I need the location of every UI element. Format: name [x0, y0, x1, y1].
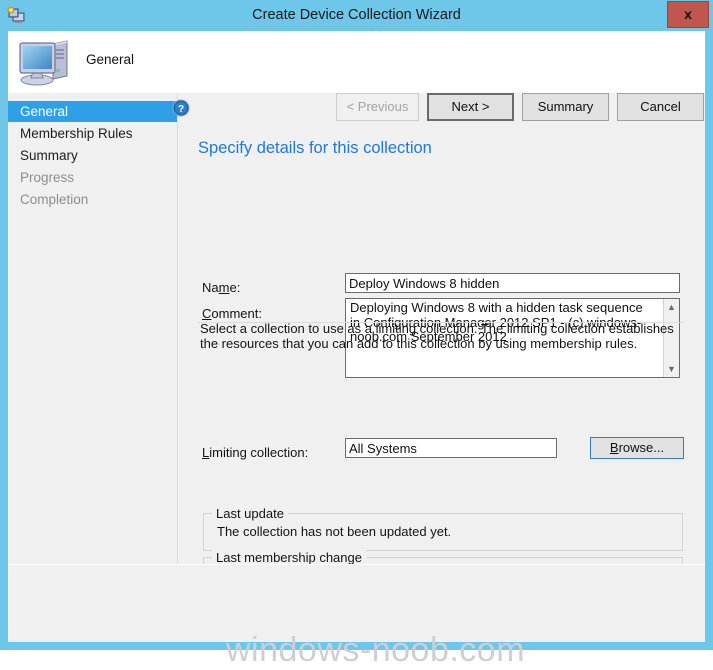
summary-button[interactable]: Summary — [522, 93, 609, 121]
last-update-title: Last update — [212, 506, 288, 521]
wizard-step-list: General Membership Rules Summary Progres… — [8, 93, 177, 642]
limiting-collection-description: Select a collection to use as a limiting… — [200, 321, 674, 351]
sidebar-item-progress: Progress — [20, 170, 75, 185]
window-title: Create Device Collection Wizard — [252, 7, 461, 23]
wizard-footer — [8, 565, 705, 642]
comment-label: Comment: — [202, 306, 262, 321]
next-button[interactable]: Next > — [427, 93, 514, 121]
limiting-collection-input[interactable]: All Systems — [345, 438, 557, 458]
close-button[interactable]: x — [667, 1, 709, 28]
wizard-content-pane: Specify details for this collection Name… — [178, 93, 705, 642]
cancel-button[interactable]: Cancel — [617, 93, 704, 121]
wizard-header: General — [8, 31, 705, 93]
name-input[interactable]: Deploy Windows 8 hidden — [345, 273, 680, 293]
chevron-up-icon[interactable]: ▲ — [664, 299, 679, 315]
wizard-step-label: General — [86, 52, 135, 67]
last-update-group: Last update The collection has not been … — [203, 506, 683, 551]
wizard-window: Create Device Collection Wizard x Genera… — [0, 0, 713, 669]
last-update-value: The collection has not been updated yet. — [217, 524, 452, 539]
computer-icon — [17, 36, 79, 88]
dialog-client-area: General General Membership Rules Summary… — [8, 31, 705, 669]
previous-button: < Previous — [336, 93, 419, 121]
sidebar-item-general[interactable]: General — [8, 101, 177, 122]
page-title: Specify details for this collection — [198, 139, 432, 157]
chevron-down-icon[interactable]: ▼ — [664, 361, 679, 377]
sidebar-item-membership-rules[interactable]: Membership Rules — [8, 123, 177, 144]
name-label: Name: — [202, 280, 241, 295]
limiting-collection-label: Limiting collection: — [202, 445, 309, 460]
help-icon[interactable]: ? — [172, 99, 190, 117]
title-bar[interactable]: Create Device Collection Wizard x — [0, 0, 713, 31]
last-membership-change-title: Last membership change — [212, 550, 366, 565]
svg-text:?: ? — [178, 104, 184, 115]
sidebar-item-completion: Completion — [20, 192, 89, 207]
sidebar-item-summary[interactable]: Summary — [8, 145, 177, 166]
browse-button[interactable]: Browse... — [590, 437, 684, 459]
